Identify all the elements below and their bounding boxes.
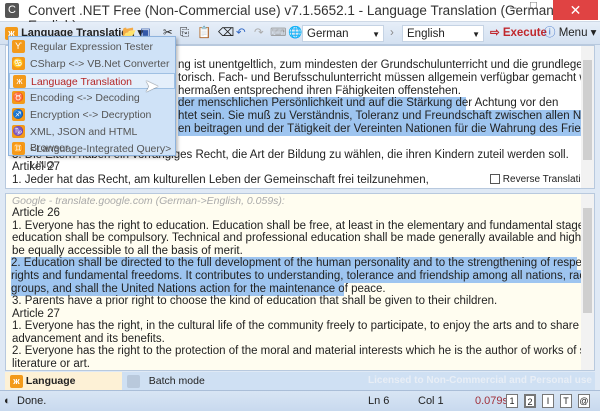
- menu-item-linq[interactable]: ♊ <Language-Integrated Query> LINQ: [9, 141, 175, 171]
- menu-item-label: Encryption <-> Decryption: [30, 109, 152, 121]
- menu-button[interactable]: ⓘ Menu ▾: [544, 25, 596, 42]
- source-line-selected: der menschlichen Persönlichkeit und auf …: [178, 97, 559, 110]
- source-line: ng ist unentgeltlich, zum mindesten der …: [178, 59, 595, 71]
- direction-arrow: ›: [390, 27, 394, 39]
- result-line: 1. Everyone has the right, in the cultur…: [12, 320, 595, 332]
- source-language-select[interactable]: German ▼: [302, 25, 384, 42]
- mouse-cursor-icon: ➤: [144, 76, 160, 96]
- source-line-selected: htet sein. Sie muß zu Verständnis, Toler…: [178, 110, 595, 123]
- menu-item-label: Regular Expression Tester: [30, 41, 153, 53]
- regex-icon: ϒ: [12, 40, 25, 53]
- tab-batch-mode[interactable]: Batch mode: [127, 372, 205, 390]
- view-button-t[interactable]: T: [560, 394, 572, 408]
- view-button-2[interactable]: 2: [524, 394, 536, 408]
- license-text: Licensed to Non-Commercial and Personal …: [368, 375, 592, 386]
- tab-label: Batch mode: [148, 375, 205, 387]
- menu-item-encryption-decryption[interactable]: ♐ Encryption <-> Decryption: [9, 107, 175, 123]
- column-number: Col 1: [418, 395, 444, 407]
- help-icon: ⓘ: [544, 27, 556, 39]
- source-line: 1. Jeder hat das Recht, am kulturellen L…: [12, 174, 432, 186]
- minimize-icon[interactable]: –: [510, 2, 524, 14]
- paste-icon[interactable]: 📋: [197, 25, 211, 42]
- title-bar: C Convert .NET Free (Non-Commercial use)…: [0, 0, 600, 33]
- target-language-select[interactable]: English ▼: [402, 25, 484, 42]
- app-icon: C: [5, 3, 19, 18]
- translation-result-pane[interactable]: Google - translate.google.com (German->E…: [5, 193, 595, 371]
- linq-icon: ♊: [12, 142, 25, 155]
- source-line: torisch. Fach- und Berufsschulunterricht…: [178, 72, 595, 84]
- menu-item-csharp-vb-converter[interactable]: ♋ CSharp <-> VB.Net Converter: [9, 56, 175, 72]
- source-line-selected: en beitragen und der Tätigkeit der Verei…: [178, 123, 595, 136]
- line-number: Ln 6: [368, 395, 390, 407]
- undo-icon[interactable]: ↶: [236, 25, 246, 42]
- status-icon: ◐: [4, 395, 11, 407]
- reverse-translation-label: Reverse Translation: [502, 174, 592, 185]
- encoding-icon: ♉: [12, 91, 25, 104]
- result-scrollbar[interactable]: [581, 194, 594, 370]
- redo-icon[interactable]: ↷: [254, 25, 264, 42]
- menu-item-label: Encoding <-> Decoding: [30, 92, 140, 104]
- translation-icon: ж: [13, 75, 26, 88]
- result-line: Article 26: [12, 207, 60, 219]
- tab-language-translation[interactable]: ж Language Translation: [5, 372, 122, 405]
- menu-item-label: CSharp <-> VB.Net Converter: [30, 58, 170, 70]
- maximize-icon[interactable]: □: [530, 0, 537, 12]
- menu-item-label: Language Translation: [31, 76, 132, 88]
- view-button-i[interactable]: I: [542, 394, 554, 408]
- result-line: 2. Everyone has the right to the protect…: [12, 345, 595, 357]
- status-text: Done.: [17, 395, 47, 407]
- converter-icon: ♋: [12, 57, 25, 70]
- execute-icon: ⇨: [490, 27, 500, 39]
- execute-button[interactable]: ⇨ Execute: [490, 25, 547, 42]
- browser-icon: ♑: [12, 125, 25, 138]
- encryption-icon: ♐: [12, 108, 25, 121]
- result-line: education shall be compulsory. Technical…: [12, 232, 594, 244]
- menu-item-regex-tester[interactable]: ϒ Regular Expression Tester: [9, 39, 175, 55]
- translation-icon: ж: [10, 374, 23, 388]
- execution-time: 0.079s: [475, 395, 509, 407]
- view-button-at[interactable]: @: [578, 394, 590, 408]
- target-language-value: English: [407, 28, 445, 40]
- status-bar: ◐ Done. Ln 6 Col 1 0.079s 1 2 I T @: [0, 390, 600, 411]
- menu-item-label: <Language-Integrated Query> LINQ: [30, 143, 172, 171]
- globe-icon: 🌐: [288, 27, 303, 39]
- reverse-translation-checkbox[interactable]: Reverse Translation: [490, 174, 592, 185]
- close-button[interactable]: ✕: [553, 0, 598, 20]
- scrollbar-thumb[interactable]: [583, 208, 592, 313]
- execute-label: Execute: [502, 27, 547, 39]
- batch-icon: [127, 374, 140, 388]
- keyboard-icon[interactable]: ⌨: [270, 25, 287, 42]
- copy-icon[interactable]: ⎘: [180, 25, 189, 42]
- result-line: 3. Parents have a prior right to choose …: [12, 295, 498, 307]
- source-language-value: German: [307, 28, 349, 40]
- menu-label: Menu: [558, 27, 588, 39]
- scrollbar-thumb[interactable]: [583, 60, 592, 160]
- view-button-1[interactable]: 1: [506, 394, 518, 408]
- result-line: literature or art.: [12, 358, 90, 370]
- result-line-selected: rights and fundamental freedoms. It cont…: [11, 270, 595, 283]
- checkbox-box[interactable]: [490, 174, 500, 185]
- eraser-icon[interactable]: ⌫: [218, 25, 234, 42]
- mode-tab-bar: ж Language Translation Batch mode Licens…: [5, 372, 595, 405]
- result-line-selected: 2. Education shall be directed to the fu…: [11, 257, 595, 270]
- source-scrollbar[interactable]: [581, 46, 594, 188]
- menu-item-xml-json-html-browser[interactable]: ♑ XML, JSON and HTML Browser: [9, 124, 175, 154]
